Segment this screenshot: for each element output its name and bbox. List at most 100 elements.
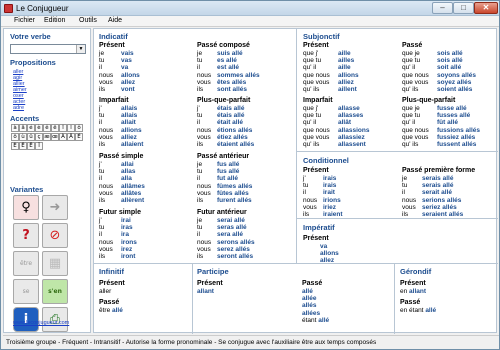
verb-form: fus allé bbox=[217, 168, 240, 176]
verb-form: allée bbox=[302, 295, 317, 303]
pronoun: il bbox=[99, 231, 102, 239]
pronoun: il bbox=[197, 64, 200, 72]
menu-outils[interactable]: Outils bbox=[79, 17, 97, 24]
accent-button[interactable]: ï bbox=[67, 124, 75, 132]
pronoun: j' bbox=[99, 160, 102, 168]
menu-aide[interactable]: Aide bbox=[108, 17, 122, 24]
avoir-icon[interactable]: ▦ bbox=[42, 251, 68, 276]
pronoun: ils bbox=[99, 141, 106, 149]
negation-icon[interactable]: ⊘ bbox=[42, 223, 68, 248]
accent-button[interactable]: ê bbox=[43, 124, 51, 132]
verb-form: êtes allés bbox=[217, 78, 247, 86]
verb-form: ira bbox=[121, 231, 129, 239]
accent-button[interactable]: É bbox=[75, 133, 83, 141]
accent-button[interactable]: Ë bbox=[27, 142, 35, 150]
accent-button[interactable]: œ bbox=[51, 133, 59, 141]
accent-button[interactable]: è bbox=[35, 124, 43, 132]
verb-form: furent allés bbox=[217, 197, 252, 205]
verb-form: allèrent bbox=[121, 197, 145, 205]
question-icon[interactable]: ? bbox=[13, 223, 39, 248]
verb-form: soient allés bbox=[437, 86, 473, 94]
menu-fichier[interactable]: Fichier bbox=[14, 17, 35, 24]
next-arrow-icon[interactable]: ➜ bbox=[42, 195, 68, 220]
tense-name: Futur simple bbox=[99, 209, 142, 216]
auxiliary: être bbox=[99, 306, 111, 314]
verb-form: allasse bbox=[338, 104, 360, 112]
menu-edition[interactable]: Edition bbox=[44, 17, 65, 24]
verb-form: allé bbox=[302, 287, 313, 295]
pronoun: vous bbox=[303, 203, 317, 211]
accent-button[interactable]: é bbox=[27, 124, 35, 132]
femme-icon[interactable]: ♀ bbox=[13, 195, 39, 220]
accent-button[interactable]: Â bbox=[67, 133, 75, 141]
pronoun: nous bbox=[303, 196, 318, 204]
accent-button[interactable]: ö bbox=[11, 133, 19, 141]
tense-name: Passé composé bbox=[197, 42, 250, 49]
etre-icon[interactable]: être bbox=[13, 251, 39, 276]
accent-button[interactable]: à bbox=[11, 124, 19, 132]
conjugation-row: que nous fussions allés bbox=[402, 127, 480, 134]
verb-form: iront bbox=[121, 253, 136, 261]
accent-button[interactable]: ô bbox=[75, 124, 83, 132]
propositions-label: Propositions bbox=[10, 58, 56, 67]
verb-form: allés bbox=[302, 302, 317, 310]
pronoun: je bbox=[197, 49, 203, 57]
se-icon[interactable]: se bbox=[13, 279, 39, 304]
accent-button[interactable]: È bbox=[11, 142, 19, 150]
accent-button[interactable]: æ bbox=[43, 133, 51, 141]
conjugation-row: va bbox=[303, 243, 339, 250]
close-button[interactable]: ✕ bbox=[474, 2, 498, 14]
dropdown-arrow-icon[interactable]: ▼ bbox=[76, 45, 85, 53]
conjugation-row: allés bbox=[302, 302, 329, 309]
maximize-button[interactable]: □ bbox=[453, 2, 474, 14]
status-bar: Troisième groupe - Fréquent - Intransiti… bbox=[3, 335, 499, 348]
pronoun: nous bbox=[99, 238, 114, 246]
verb-form: serons allés bbox=[217, 238, 255, 246]
proposition-link[interactable]: adre bbox=[13, 105, 27, 111]
minimize-button[interactable]: ‒ bbox=[432, 2, 453, 14]
column-divider bbox=[394, 263, 395, 334]
verb-form: va bbox=[320, 242, 328, 250]
accent-button[interactable]: ù bbox=[19, 133, 27, 141]
conjugation-row: vous alliez bbox=[99, 134, 143, 141]
tense-name: Présent bbox=[303, 167, 329, 174]
conjugation-row: que nous allassions bbox=[303, 127, 369, 134]
verb-form: aillent bbox=[338, 86, 357, 94]
accent-button[interactable]: ç bbox=[35, 133, 43, 141]
conjugation-row: j' allai bbox=[99, 161, 145, 168]
pronoun: il bbox=[197, 175, 200, 183]
conjugation-row: vous fûtes allés bbox=[197, 190, 252, 197]
pronoun: ils bbox=[99, 86, 106, 94]
conjugation-row: nous irions bbox=[303, 197, 343, 204]
accent-button[interactable]: û bbox=[27, 133, 35, 141]
sen-icon[interactable]: s'en bbox=[42, 279, 68, 304]
accent-button[interactable]: â bbox=[19, 124, 27, 132]
accent-button[interactable]: î bbox=[59, 124, 67, 132]
pronoun: que j' bbox=[303, 49, 319, 57]
accent-button[interactable]: Ê bbox=[19, 142, 27, 150]
pronoun: tu bbox=[197, 112, 203, 120]
verb-form: étions allés bbox=[217, 126, 253, 134]
conjugation-row: nous étions allés bbox=[197, 127, 254, 134]
accent-button[interactable]: Î bbox=[35, 142, 43, 150]
verb-input[interactable]: ▼ bbox=[10, 44, 86, 54]
pronoun: ils bbox=[402, 211, 409, 219]
accent-button[interactable]: ë bbox=[51, 124, 59, 132]
accent-button[interactable]: À bbox=[59, 133, 67, 141]
pronoun: nous bbox=[99, 182, 114, 190]
verb-form: irez bbox=[121, 245, 133, 253]
verb-label: Votre verbe bbox=[10, 32, 51, 41]
pronoun: ils bbox=[303, 211, 310, 219]
conjugation-row: nous allâmes bbox=[99, 183, 145, 190]
tense-name: Présent bbox=[99, 42, 125, 49]
indicatif-title: Indicatif bbox=[99, 32, 128, 41]
verb-form: fûtes allés bbox=[217, 189, 249, 197]
verb-form: allasses bbox=[338, 112, 364, 120]
tense-block: Présent que j' aille que tu ailles qu' il aill… bbox=[303, 42, 359, 94]
website-link[interactable]: www.leconjugueur.com bbox=[13, 320, 69, 326]
pronoun: que nous bbox=[303, 126, 330, 134]
pronoun: qu' ils bbox=[402, 141, 419, 149]
tense-block: Passé première forme je serais allé tu serai… bbox=[402, 167, 475, 219]
verb-form: fusses allé bbox=[437, 112, 471, 120]
pronoun: tu bbox=[99, 57, 105, 65]
